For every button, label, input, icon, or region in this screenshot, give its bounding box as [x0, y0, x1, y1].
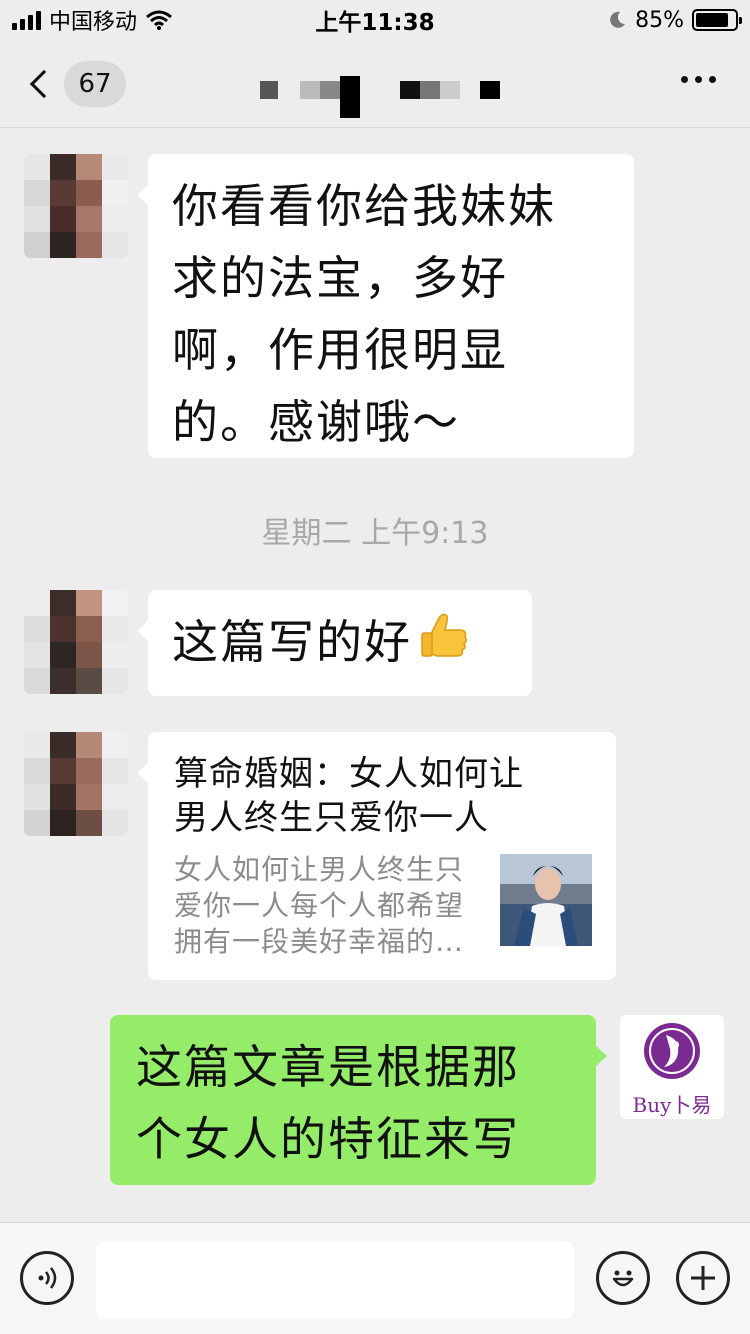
chat-timestamp: 星期二 上午9:13 [261, 516, 489, 551]
link-desc-line: 拥有一段美好幸福的… [174, 925, 465, 958]
my-avatar[interactable]: Buy卜易 [620, 1015, 724, 1119]
message-bubble[interactable]: 你看看你给我妹妹 求的法宝，多好 啊，作用很明显 的。感谢哦～ [137, 154, 634, 458]
status-left: 中国移动 [12, 4, 272, 36]
avatar[interactable] [24, 154, 128, 258]
battery-icon [692, 9, 742, 31]
more-dot [681, 76, 688, 83]
message-line: 你看看你给我妹妹 [172, 179, 556, 233]
message-line: 求的法宝，多好 [172, 251, 508, 305]
wifi-icon [146, 10, 172, 30]
link-desc-line: 爱你一人每个人都希望 [174, 889, 465, 922]
chevron-left-icon [29, 69, 59, 99]
logo-text: Buy卜易 [632, 1093, 712, 1117]
avatar[interactable] [24, 732, 128, 836]
chat-nav-bar: 67 [0, 40, 750, 128]
link-thumbnail [500, 854, 592, 946]
message-line: 个女人的特征来写 [136, 1112, 520, 1166]
signal-icon [12, 10, 41, 30]
message-line: 这篇文章是根据那 [136, 1040, 520, 1094]
status-bar: 中国移动 上午11:38 85% [0, 0, 750, 40]
add-button[interactable] [676, 1251, 730, 1305]
message-bubble[interactable]: 这篇写的好 [137, 590, 532, 696]
back-button[interactable]: 67 [26, 60, 126, 108]
carrier-label: 中国移动 [49, 10, 138, 35]
status-time: 上午11:38 [315, 10, 435, 36]
battery-percent: 85% [635, 7, 684, 33]
message-line: 啊，作用很明显 [172, 323, 508, 377]
more-dot [695, 76, 702, 83]
link-title-line: 算命婚姻：女人如何让 [174, 754, 524, 794]
logo-icon [644, 1023, 700, 1079]
portrait-image [500, 854, 592, 946]
message-line: 的。感谢哦～ [172, 395, 460, 449]
voice-button[interactable] [20, 1251, 74, 1305]
input-bar [0, 1222, 750, 1334]
plus-icon [691, 1266, 715, 1290]
more-options-button[interactable] [681, 76, 716, 83]
link-card[interactable]: 算命婚姻：女人如何让 男人终生只爱你一人 女人如何让男人终生只 爱你一人每个人都… [137, 732, 616, 980]
chat-title-redacted [255, 68, 505, 120]
message-input[interactable] [96, 1241, 574, 1319]
status-right: 85% [478, 7, 742, 33]
sent-message-bubble[interactable]: 这篇文章是根据那 个女人的特征来写 [110, 1015, 607, 1185]
smiley-icon [612, 1270, 634, 1287]
emoji-button[interactable] [596, 1251, 650, 1305]
link-desc-line: 女人如何让男人终生只 [174, 853, 465, 886]
unread-count-badge: 67 [64, 61, 126, 107]
more-dot [709, 76, 716, 83]
message-text: 这篇写的好 [172, 615, 412, 669]
moon-icon [610, 11, 626, 28]
voice-icon [38, 1267, 57, 1289]
thumbs-up-icon [421, 613, 468, 657]
avatar[interactable] [24, 590, 128, 694]
link-title-line: 男人终生只爱你一人 [174, 798, 489, 838]
